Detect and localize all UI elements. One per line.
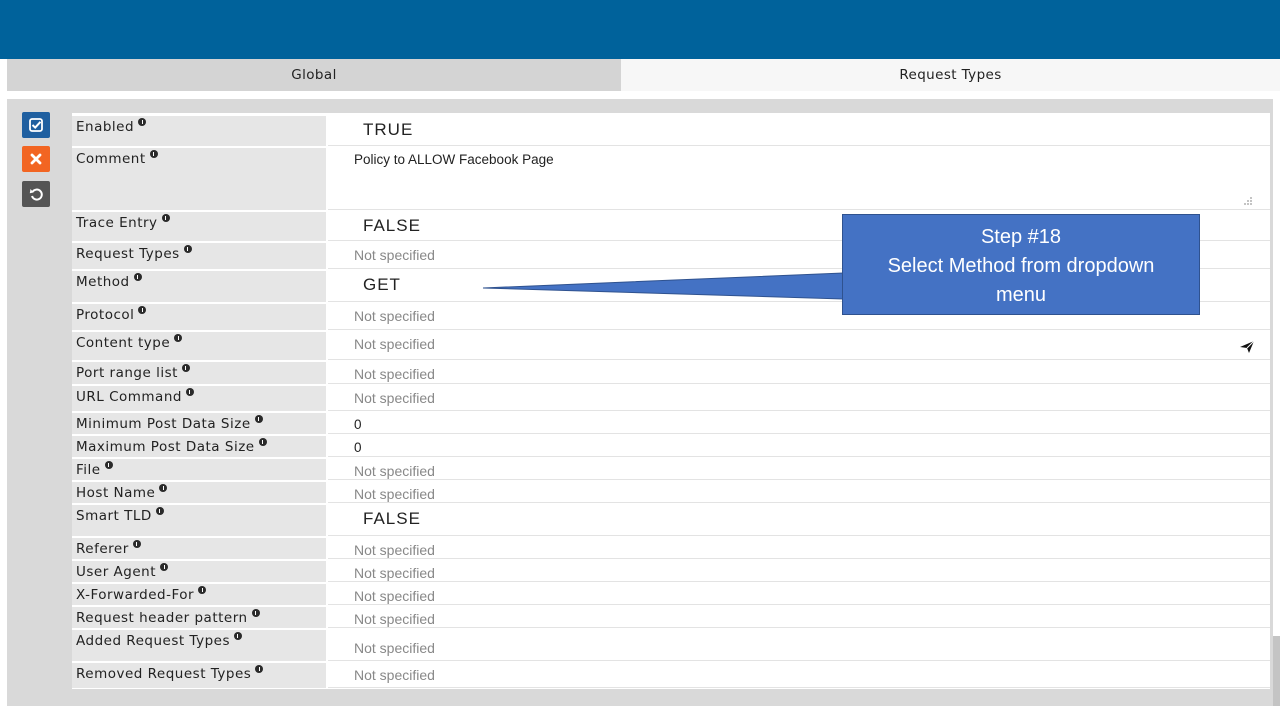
port-range-list-value[interactable]: Not specified	[328, 362, 1270, 384]
field-label: File	[72, 459, 326, 480]
field-label: URL Command	[72, 386, 326, 411]
row-file: File Not specified	[72, 459, 1270, 481]
smart-tld-value[interactable]: FALSE	[328, 505, 1270, 536]
comment-textarea[interactable]: Policy to ALLOW Facebook Page	[328, 148, 1270, 210]
field-label: Minimum Post Data Size	[72, 413, 326, 434]
undo-icon	[29, 188, 43, 201]
info-icon	[138, 118, 147, 126]
info-icon	[255, 665, 264, 673]
field-label: Host Name	[72, 482, 326, 503]
tab-request-types[interactable]: Request Types	[621, 59, 1280, 91]
confirm-button[interactable]	[22, 112, 50, 138]
removed-request-types-value[interactable]: Not specified	[328, 663, 1270, 688]
host-name-value[interactable]: Not specified	[328, 482, 1270, 503]
tab-bar: Global Request Types	[7, 59, 1280, 91]
callout-line-2: Select Method from dropdown	[887, 255, 1155, 277]
info-icon	[183, 245, 192, 253]
info-icon	[174, 334, 183, 342]
max-post-data-input[interactable]: 0	[328, 436, 1270, 457]
cancel-button[interactable]	[22, 146, 50, 172]
info-icon	[159, 484, 168, 492]
callout-line-1: Step #18	[980, 226, 1062, 248]
field-label: Maximum Post Data Size	[72, 436, 326, 457]
row-user-agent: User Agent Not specified	[72, 561, 1270, 583]
info-icon	[132, 540, 141, 548]
info-icon	[149, 150, 158, 158]
row-content-type: Content type Not specified	[72, 332, 1270, 361]
info-icon	[160, 563, 169, 571]
field-label: Protocol	[72, 304, 326, 330]
x-forwarded-for-value[interactable]: Not specified	[328, 584, 1270, 605]
info-icon	[181, 364, 190, 372]
checkbox-check-icon	[29, 118, 43, 132]
callout-line-3: menu	[995, 284, 1047, 306]
info-icon	[233, 632, 242, 640]
close-x-icon	[30, 153, 42, 165]
row-removed-request-types: Removed Request Types Not specified	[72, 663, 1270, 689]
row-added-request-types: Added Request Types Not specified	[72, 630, 1270, 662]
row-port-range-list: Port range list Not specified	[72, 362, 1270, 385]
row-request-header-pattern: Request header pattern Not specified	[72, 607, 1270, 629]
info-icon	[258, 438, 267, 446]
info-icon	[138, 306, 147, 314]
field-label: Smart TLD	[72, 505, 326, 536]
field-label: Trace Entry	[72, 212, 326, 241]
field-label: Removed Request Types	[72, 663, 326, 688]
info-icon	[104, 461, 113, 469]
field-label: Added Request Types	[72, 630, 326, 661]
min-post-data-input[interactable]: 0	[328, 413, 1270, 434]
row-enabled: Enabled TRUE	[72, 116, 1270, 147]
row-url-command: URL Command Not specified	[72, 386, 1270, 412]
field-label: Request Types	[72, 243, 326, 269]
row-host-name: Host Name Not specified	[72, 482, 1270, 504]
field-label: Method	[72, 271, 326, 302]
step-callout: Step #18 Select Method from dropdown men…	[842, 214, 1200, 315]
row-smart-tld: Smart TLD FALSE	[72, 505, 1270, 537]
info-icon	[198, 586, 207, 594]
info-icon	[161, 214, 170, 222]
field-label: Content type	[72, 332, 326, 360]
reset-button[interactable]	[22, 181, 50, 207]
row-comment: Comment Policy to ALLOW Facebook Page	[72, 148, 1270, 211]
tab-global[interactable]: Global	[7, 59, 621, 91]
info-icon	[155, 507, 164, 515]
field-label: Enabled	[72, 116, 326, 146]
row-min-post-data: Minimum Post Data Size 0	[72, 413, 1270, 435]
info-icon	[185, 388, 194, 396]
field-label: User Agent	[72, 561, 326, 582]
scrollbar-thumb[interactable]	[1273, 636, 1280, 706]
field-label: Comment	[72, 148, 326, 210]
row-referer: Referer Not specified	[72, 538, 1270, 560]
info-icon	[254, 415, 263, 423]
field-label: X-Forwarded-For	[72, 584, 326, 605]
field-label: Port range list	[72, 362, 326, 384]
row-x-forwarded-for: X-Forwarded-For Not specified	[72, 584, 1270, 606]
user-agent-value[interactable]: Not specified	[328, 561, 1270, 582]
field-label: Referer	[72, 538, 326, 559]
paper-plane-icon[interactable]	[1239, 340, 1255, 354]
info-icon	[133, 273, 142, 281]
added-request-types-value[interactable]: Not specified	[328, 630, 1270, 661]
file-value[interactable]: Not specified	[328, 459, 1270, 480]
callout-pointer	[482, 272, 844, 300]
info-icon	[251, 609, 260, 617]
row-max-post-data: Maximum Post Data Size 0	[72, 436, 1270, 458]
url-command-value[interactable]: Not specified	[328, 386, 1270, 411]
field-label: Request header pattern	[72, 607, 326, 628]
enabled-value[interactable]: TRUE	[328, 116, 1270, 146]
content-type-value[interactable]: Not specified	[328, 332, 1270, 360]
request-header-pattern-value[interactable]: Not specified	[328, 607, 1270, 628]
app-header-bar	[0, 0, 1280, 59]
referer-value[interactable]: Not specified	[328, 538, 1270, 559]
textarea-resize-icon[interactable]	[1241, 196, 1253, 208]
